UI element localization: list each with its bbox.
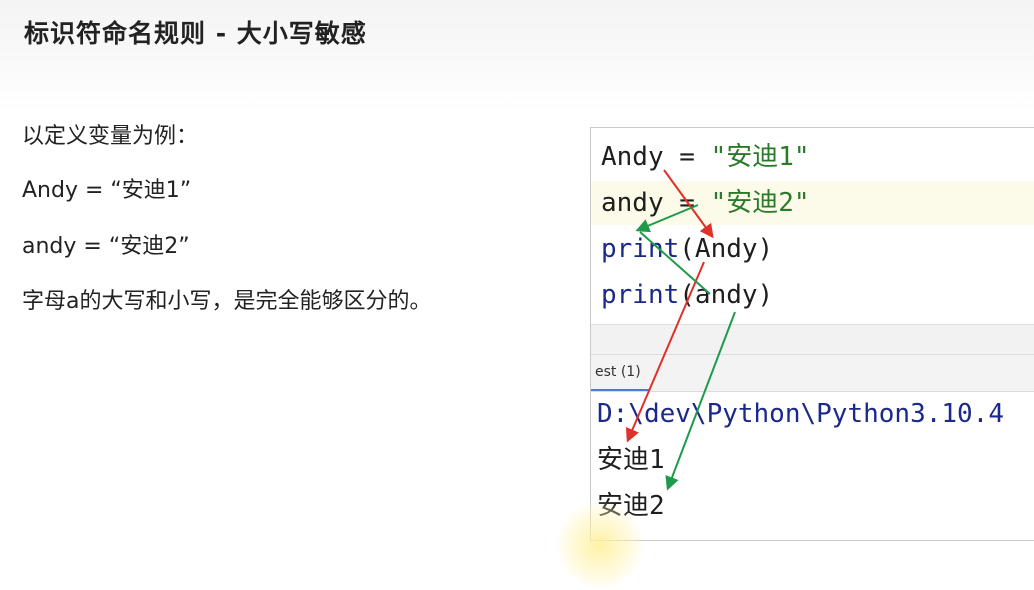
red-arrow-print-to-output [625,261,705,443]
red-arrow-andy-to-print [663,169,714,239]
annotation-arrows [625,169,736,491]
green-arrow-line [639,231,711,295]
green-arrow-print-to-output [665,311,736,491]
green-arrow-andy-to-print [635,204,699,233]
